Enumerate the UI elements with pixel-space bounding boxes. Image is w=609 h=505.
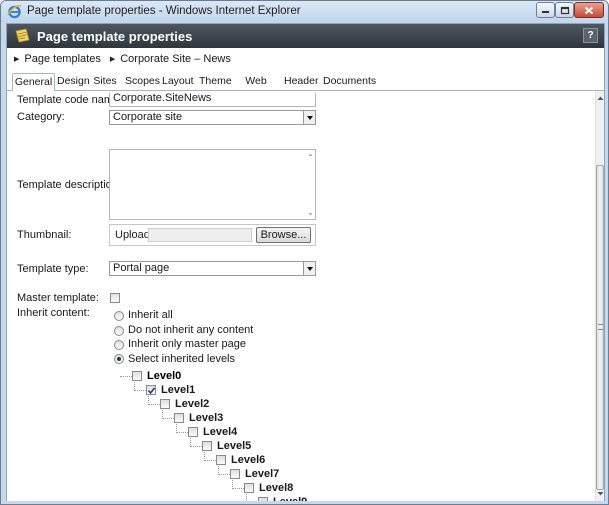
tab-bar: General Design Sites Scopes Layout Theme… bbox=[7, 70, 604, 104]
radio-select-levels-label: Select inherited levels bbox=[128, 353, 236, 365]
tree-connector bbox=[162, 418, 174, 419]
chevron-right-icon: ▶ bbox=[109, 56, 116, 63]
code-name-input[interactable]: Corporate.SiteNews bbox=[109, 93, 316, 107]
level-label[interactable]: Level4 bbox=[203, 426, 237, 438]
level-checkbox[interactable] bbox=[188, 427, 198, 437]
level-checkbox[interactable] bbox=[174, 413, 184, 423]
tab-layout[interactable]: Layout bbox=[162, 73, 194, 91]
dropdown-arrow-icon bbox=[303, 111, 315, 124]
textarea-scrollbar[interactable] bbox=[306, 150, 315, 219]
thumbnail-label: Thumbnail: bbox=[17, 229, 72, 241]
minimize-button[interactable] bbox=[536, 2, 555, 18]
window-titlebar[interactable]: Page template properties - Windows Inter… bbox=[1, 1, 608, 22]
level-checkbox[interactable] bbox=[230, 469, 240, 479]
dialog-header: Page template properties ? bbox=[7, 24, 604, 48]
category-selected: Corporate site bbox=[113, 111, 183, 123]
tab-sites[interactable]: Sites bbox=[93, 73, 117, 91]
page-title: Page template properties bbox=[37, 29, 193, 44]
level-label[interactable]: Level9 bbox=[273, 496, 307, 501]
master-template-checkbox[interactable] bbox=[110, 293, 120, 303]
thumbnail-upload-panel: Upload: Browse... bbox=[109, 224, 316, 246]
page-template-icon bbox=[15, 28, 30, 43]
tree-connector bbox=[246, 494, 247, 501]
level-checkbox[interactable] bbox=[244, 483, 254, 493]
level-label[interactable]: Level8 bbox=[259, 482, 293, 494]
level-checkbox[interactable] bbox=[146, 385, 156, 395]
scroll-down-icon[interactable] bbox=[596, 489, 605, 499]
template-type-label: Template type: bbox=[17, 263, 89, 275]
category-label: Category: bbox=[17, 111, 65, 123]
radio-no-inherit-label: Do not inherit any content bbox=[128, 324, 254, 336]
tree-connector bbox=[134, 390, 146, 391]
vertical-scrollbar[interactable] bbox=[595, 91, 604, 501]
close-button[interactable] bbox=[574, 2, 604, 18]
tree-connector bbox=[204, 460, 216, 461]
template-type-select[interactable]: Portal page bbox=[109, 261, 316, 276]
dropdown-arrow-icon bbox=[303, 262, 315, 275]
level-checkbox[interactable] bbox=[202, 441, 212, 451]
general-form: Template code name: Corporate.SiteNews C… bbox=[7, 91, 595, 501]
level-label[interactable]: Level0 bbox=[147, 370, 181, 382]
upload-file-input[interactable] bbox=[148, 228, 252, 242]
tab-header[interactable]: Header bbox=[284, 73, 318, 91]
description-textarea[interactable] bbox=[109, 149, 316, 220]
inherit-content-label: Inherit content: bbox=[17, 307, 90, 319]
chevron-right-icon: ▶ bbox=[14, 56, 20, 63]
tab-general[interactable]: General bbox=[12, 73, 55, 92]
level-label[interactable]: Level7 bbox=[245, 468, 279, 480]
radio-inherit-master[interactable] bbox=[114, 340, 124, 350]
tab-documents[interactable]: Documents bbox=[323, 73, 376, 91]
page-content: Page template properties ? ▶ Page templa… bbox=[6, 23, 605, 501]
tab-scopes[interactable]: Scopes bbox=[125, 73, 160, 91]
level-checkbox[interactable] bbox=[132, 371, 142, 381]
level-label[interactable]: Level1 bbox=[161, 384, 195, 396]
tree-connector bbox=[232, 488, 244, 489]
tree-connector bbox=[218, 474, 230, 475]
master-template-label: Master template: bbox=[17, 292, 99, 304]
radio-no-inherit[interactable] bbox=[114, 326, 124, 336]
window-title: Page template properties - Windows Inter… bbox=[27, 5, 301, 17]
internet-explorer-icon bbox=[7, 4, 22, 19]
breadcrumb-current: Corporate Site – News bbox=[120, 53, 231, 65]
scrollbar-thumb[interactable] bbox=[596, 165, 604, 490]
level-label[interactable]: Level3 bbox=[189, 412, 223, 424]
maximize-icon bbox=[560, 6, 569, 14]
minimize-icon bbox=[542, 11, 549, 13]
category-select[interactable]: Corporate site bbox=[109, 110, 316, 125]
description-label: Template description: bbox=[17, 179, 121, 191]
breadcrumb: ▶ Page templates ▶ Corporate Site – News bbox=[7, 48, 604, 70]
tab-design[interactable]: Design bbox=[57, 73, 90, 91]
code-name-label: Template code name: bbox=[17, 94, 123, 106]
level-label[interactable]: Level2 bbox=[175, 398, 209, 410]
level-checkbox[interactable] bbox=[160, 399, 170, 409]
level-label[interactable]: Level6 bbox=[231, 454, 265, 466]
level-label[interactable]: Level5 bbox=[217, 440, 251, 452]
radio-inherit-all-label: Inherit all bbox=[128, 309, 173, 321]
tree-connector bbox=[148, 404, 160, 405]
radio-inherit-all[interactable] bbox=[114, 311, 124, 321]
tree-connector bbox=[176, 432, 188, 433]
help-button[interactable]: ? bbox=[583, 28, 598, 43]
browse-button[interactable]: Browse... bbox=[256, 227, 311, 243]
maximize-button[interactable] bbox=[555, 2, 574, 18]
tab-theme[interactable]: Theme bbox=[199, 73, 232, 91]
template-type-selected: Portal page bbox=[113, 262, 170, 274]
tab-web-parts[interactable]: Web parts bbox=[236, 73, 276, 104]
browser-window: Page template properties - Windows Inter… bbox=[0, 0, 609, 505]
breadcrumb-link-page-templates[interactable]: Page templates bbox=[24, 53, 100, 65]
checkmark-icon bbox=[147, 387, 156, 395]
radio-inherit-master-label: Inherit only master page bbox=[128, 338, 247, 350]
level-checkbox[interactable] bbox=[216, 455, 226, 465]
level-checkbox[interactable] bbox=[258, 497, 268, 501]
close-icon bbox=[584, 6, 594, 14]
radio-select-levels[interactable] bbox=[114, 354, 124, 364]
tree-connector bbox=[190, 446, 202, 447]
scroll-up-icon[interactable] bbox=[596, 93, 605, 103]
tree-connector bbox=[120, 376, 132, 377]
